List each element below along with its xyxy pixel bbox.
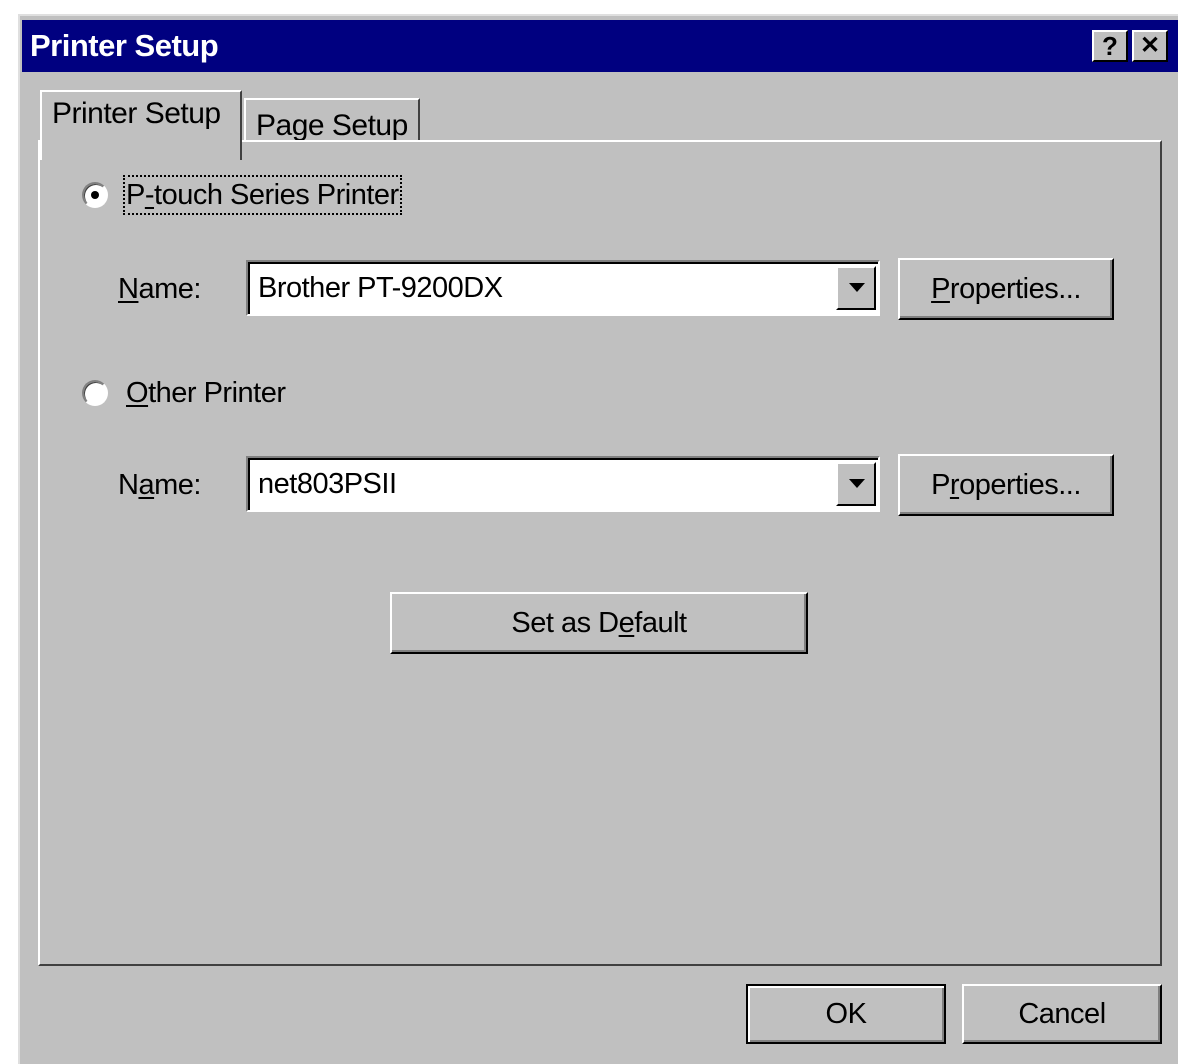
help-button[interactable]: ? [1092,30,1128,62]
other-name-label: Name: [118,469,201,501]
ok-button[interactable]: OK [746,984,946,1044]
printer-setup-dialog: Printer Setup ? ✕ Printer Setup Page Set… [18,14,1178,1064]
other-printer-radio-label[interactable]: Other Printer [126,376,286,410]
ptouch-properties-button[interactable]: Properties... [898,258,1114,320]
ptouch-printer-select[interactable]: Brother PT-9200DX [246,260,880,316]
cancel-button[interactable]: Cancel [962,984,1162,1044]
chevron-down-icon[interactable] [836,266,876,310]
other-printer-value: net803PSII [258,468,397,500]
help-icon: ? [1102,31,1118,61]
close-button[interactable]: ✕ [1132,30,1168,62]
tab-label: Printer Setup [52,97,221,130]
ptouch-radio[interactable] [82,182,108,208]
ptouch-name-label: Name: [118,273,201,305]
button-label: Properties... [931,273,1081,305]
title-bar[interactable]: Printer Setup ? ✕ [22,20,1178,72]
tab-label: Page Setup [256,109,408,142]
other-properties-button[interactable]: Properties... [898,454,1114,516]
ptouch-printer-value: Brother PT-9200DX [258,272,503,304]
other-printer-radio[interactable] [82,380,108,406]
close-icon: ✕ [1139,32,1161,59]
chevron-down-icon[interactable] [836,462,876,506]
other-printer-select[interactable]: net803PSII [246,456,880,512]
button-label: Set as Default [511,607,687,639]
window-title: Printer Setup [30,28,219,63]
set-as-default-button[interactable]: Set as Default [390,592,808,654]
tab-printer-setup[interactable]: Printer Setup [40,90,242,160]
button-label: OK [825,998,867,1030]
radio-selected-dot [91,191,99,199]
ptouch-radio-label[interactable]: P-touch Series Printer [123,175,402,215]
button-label: Cancel [1018,998,1106,1030]
button-label: Properties... [931,469,1081,501]
